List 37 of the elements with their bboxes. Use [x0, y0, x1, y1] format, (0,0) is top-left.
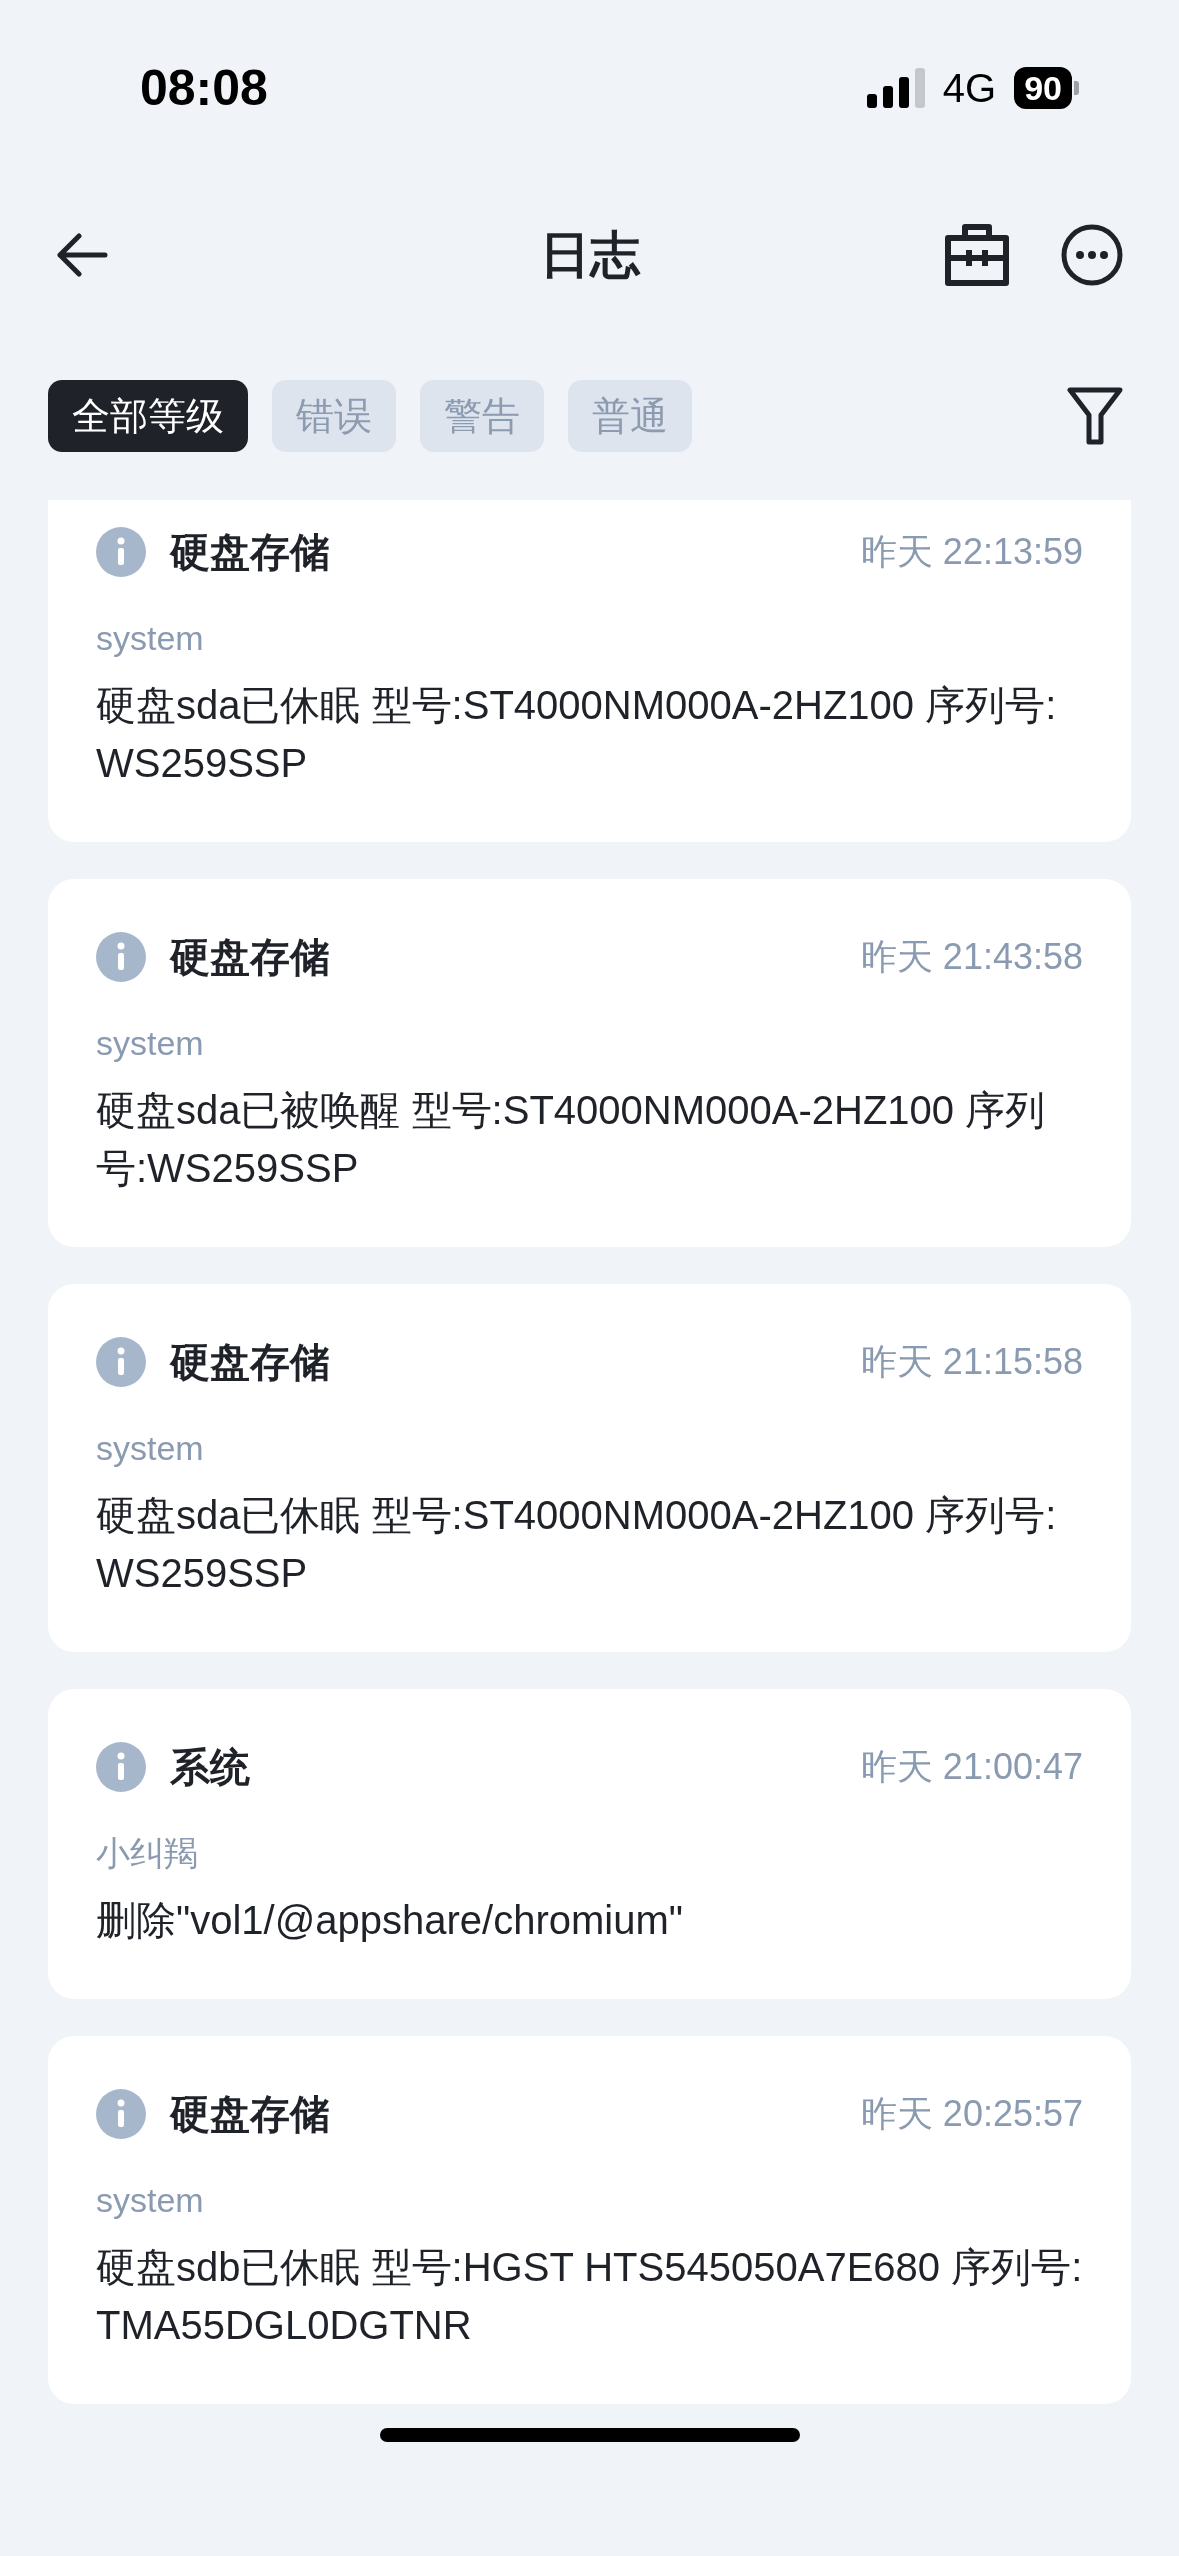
back-icon[interactable]: [56, 232, 108, 278]
info-icon: [96, 1337, 146, 1387]
log-category: 系统: [170, 1744, 250, 1791]
level-tab[interactable]: 普通: [568, 380, 692, 452]
log-time: 昨天 22:13:59: [860, 530, 1083, 574]
log-time: 昨天 21:43:58: [860, 935, 1083, 979]
log-category: 硬盘存储: [170, 1339, 330, 1386]
page-title: 日志: [539, 225, 640, 285]
log-message: 硬盘sda已休眠 型号:ST4000NM000A-2HZ100 序列号:WS259SSP: [96, 682, 1058, 787]
toolbox-icon[interactable]: [945, 224, 1009, 286]
log-time: 昨天 20:25:57: [860, 2092, 1083, 2136]
level-tab[interactable]: 警告: [420, 380, 544, 452]
info-icon: [96, 527, 146, 577]
log-category: 硬盘存储: [170, 529, 330, 576]
info-icon: [96, 932, 146, 982]
signal-icon: [866, 68, 925, 108]
log-message: 硬盘sda已被唤醒 型号:ST4000NM000A-2HZ100 序列号:WS259SSP: [96, 1087, 1047, 1192]
log-message: 硬盘sda已休眠 型号:ST4000NM000A-2HZ100 序列号:WS259SSP: [96, 1492, 1058, 1597]
log-category: 硬盘存储: [170, 2091, 330, 2138]
more-icon[interactable]: [1061, 224, 1123, 286]
log-source: system: [96, 618, 205, 659]
level-tab[interactable]: 全部等级: [48, 380, 248, 452]
network-label: 4G: [942, 65, 997, 112]
log-time: 昨天 21:15:58: [860, 1340, 1083, 1384]
log-source: system: [96, 1023, 205, 1064]
log-message: 删除"vol1/@appshare/chromium": [96, 1897, 684, 1944]
log-source: 小纠羯: [96, 1833, 199, 1874]
log-category: 硬盘存储: [170, 934, 330, 981]
log-time: 昨天 21:00:47: [860, 1745, 1083, 1789]
filter-icon[interactable]: [1067, 387, 1123, 445]
status-time: 08:08: [140, 60, 268, 116]
level-tab[interactable]: 错误: [272, 380, 396, 452]
log-source: system: [96, 2180, 205, 2221]
info-icon: [96, 1742, 146, 1792]
info-icon: [96, 2089, 146, 2139]
log-source: system: [96, 1428, 205, 1469]
log-message: 硬盘sdb已休眠 型号:HGST HTS545050A7E680 序列号:TMA55DGL0DGTNR: [96, 2244, 1083, 2349]
